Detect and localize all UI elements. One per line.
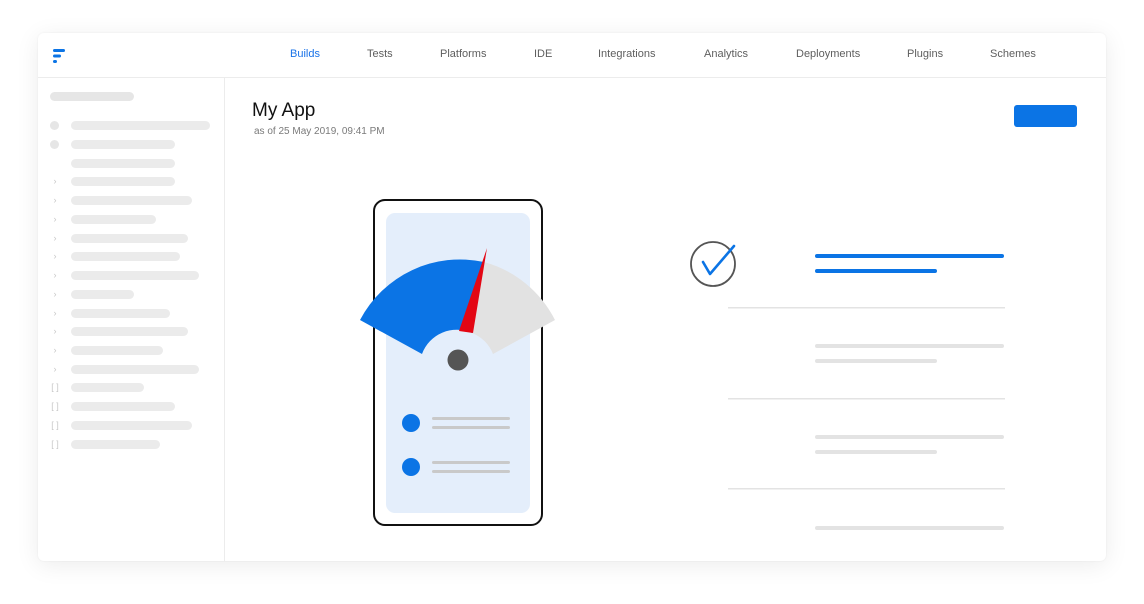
bracket-icon: [ ]: [51, 382, 59, 392]
chevron-right-icon: ›: [53, 364, 57, 374]
sidebar-item[interactable]: [ ]: [38, 420, 224, 430]
sidebar-item[interactable]: [38, 158, 224, 168]
sidebar-item-placeholder: [71, 121, 210, 130]
chevron-right-icon: ›: [53, 345, 57, 355]
sidebar-title-placeholder: [50, 92, 134, 101]
sidebar-item[interactable]: ›: [38, 251, 224, 261]
sidebar-item-placeholder: [71, 159, 175, 168]
sidebar-item[interactable]: ›: [38, 214, 224, 224]
chevron-right-icon: ›: [53, 195, 57, 205]
sidebar-item-placeholder: [71, 177, 175, 186]
sidebar-item-placeholder: [71, 421, 192, 430]
chevron-right-icon: ›: [53, 326, 57, 336]
sidebar-item-placeholder: [71, 290, 134, 299]
sidebar-item[interactable]: ›: [38, 233, 224, 243]
check-circle-icon: [690, 241, 736, 287]
sidebar-item-placeholder: [71, 327, 188, 336]
nav-schemes[interactable]: Schemes: [990, 48, 1036, 60]
chevron-right-icon: ›: [53, 176, 57, 186]
sidebar-item-placeholder: [71, 140, 175, 149]
sidebar-item-placeholder: [71, 365, 199, 374]
sidebar-item[interactable]: ›: [38, 308, 224, 318]
bracket-icon: [ ]: [51, 420, 59, 430]
nav-tests[interactable]: Tests: [367, 48, 393, 60]
bracket-icon: [ ]: [51, 401, 59, 411]
nav-plugins[interactable]: Plugins: [907, 48, 943, 60]
nav-analytics[interactable]: Analytics: [704, 48, 748, 60]
nav-integrations[interactable]: Integrations: [598, 48, 655, 60]
results-list: [728, 254, 1005, 530]
nav-builds[interactable]: Builds: [290, 48, 320, 60]
chevron-right-icon: ›: [53, 214, 57, 224]
chevron-right-icon: ›: [53, 308, 57, 318]
sidebar-item[interactable]: [38, 139, 224, 149]
sidebar-item[interactable]: ›: [38, 326, 224, 336]
sidebar-item-placeholder: [71, 215, 156, 224]
chevron-right-icon: ›: [53, 289, 57, 299]
chevron-right-icon: ›: [53, 251, 57, 261]
sidebar-item-placeholder: [71, 402, 175, 411]
sidebar-item[interactable]: ›: [38, 289, 224, 299]
sidebar-item[interactable]: ›: [38, 270, 224, 280]
sidebar-item[interactable]: [ ]: [38, 382, 224, 392]
chevron-right-icon: ›: [53, 233, 57, 243]
top-navigation-bar: Builds Tests Platforms IDE Integrations …: [38, 33, 1106, 78]
sidebar-item[interactable]: [ ]: [38, 401, 224, 411]
sidebar-item-placeholder: [71, 252, 180, 261]
sidebar-item[interactable]: ›: [38, 364, 224, 374]
sidebar-item-placeholder: [71, 196, 192, 205]
sidebar-item-placeholder: [71, 309, 170, 318]
sidebar-item-placeholder: [71, 346, 163, 355]
sidebar-item[interactable]: [38, 120, 224, 130]
sidebar-item[interactable]: ›: [38, 345, 224, 355]
sidebar-item-placeholder: [71, 383, 144, 392]
nav-ide[interactable]: IDE: [534, 48, 552, 60]
sidebar-item-placeholder: [71, 271, 199, 280]
build-illustration: [360, 199, 1005, 530]
bullet-icon: [50, 121, 59, 130]
main-nav: Builds Tests Platforms IDE Integrations …: [38, 33, 1106, 77]
nav-deployments[interactable]: Deployments: [796, 48, 860, 60]
sidebar-item-placeholder: [71, 234, 188, 243]
app-window: Builds Tests Platforms IDE Integrations …: [38, 33, 1106, 561]
sidebar-item[interactable]: [ ]: [38, 439, 224, 449]
chevron-right-icon: ›: [53, 270, 57, 280]
sidebar-item-placeholder: [71, 440, 160, 449]
sidebar-item[interactable]: ›: [38, 176, 224, 186]
sidebar: › › › › › › › › › › › [ ] [ ] [ ] [ ]: [38, 78, 225, 561]
bullet-icon: [50, 140, 59, 149]
nav-platforms[interactable]: Platforms: [440, 48, 486, 60]
main-content: My App as of 25 May 2019, 09:41 PM: [225, 78, 1106, 561]
sidebar-item[interactable]: ›: [38, 195, 224, 205]
bracket-icon: [ ]: [51, 439, 59, 449]
